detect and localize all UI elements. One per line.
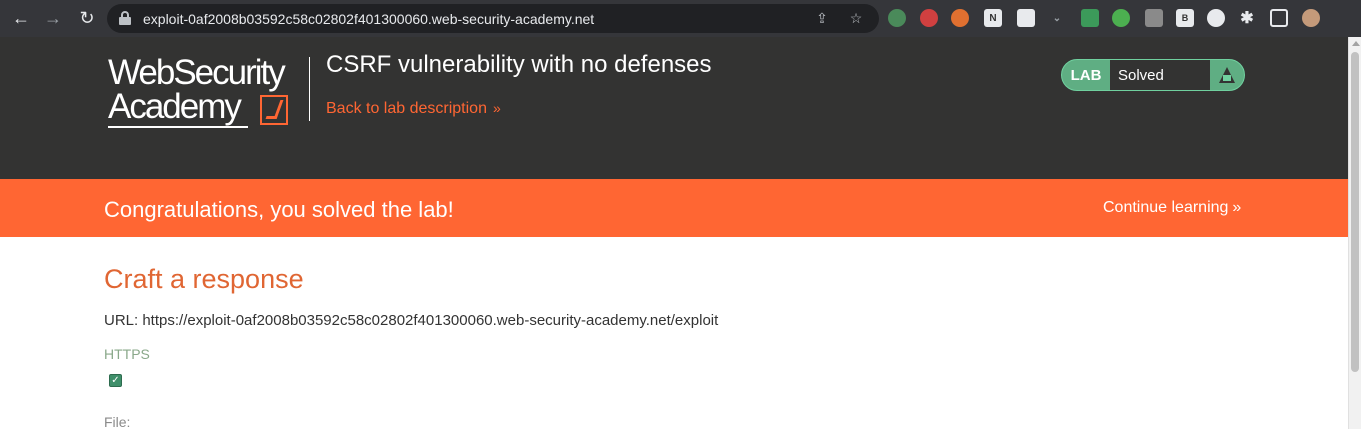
scrollbar-thumb[interactable] — [1351, 52, 1359, 372]
page-heading: Craft a response — [104, 264, 304, 294]
extension-grammar-icon[interactable] — [1112, 9, 1130, 27]
exploit-url: URL: https://exploit-0af2008b03592c58c02… — [104, 312, 719, 329]
extension-b-icon[interactable]: B — [1176, 9, 1194, 27]
extension-adblock-icon[interactable] — [1081, 9, 1099, 27]
extension-globe-icon[interactable] — [1207, 9, 1225, 27]
extension-cookie-icon[interactable] — [951, 9, 969, 27]
reload-icon[interactable]: ↻ — [72, 3, 102, 33]
address-url[interactable]: exploit-0af2008b03592c58c02802f401300060… — [143, 11, 594, 27]
lab-title: CSRF vulnerability with no defenses — [326, 51, 712, 78]
continue-learning-label: Continue learning — [1103, 199, 1229, 216]
back-link-label: Back to lab description — [326, 100, 487, 117]
extension-tool-icon[interactable] — [1145, 9, 1163, 27]
header-divider — [309, 57, 310, 121]
share-icon[interactable]: ⇪ — [813, 9, 831, 27]
profile-avatar[interactable] — [1302, 9, 1320, 27]
lab-header: WebSecurity Academy CSRF vulnerability w… — [0, 37, 1348, 179]
solved-banner: Congratulations, you solved the lab! Con… — [0, 179, 1348, 237]
extension-notion-icon[interactable]: N — [984, 9, 1002, 27]
back-to-lab-description-link[interactable]: Back to lab description » — [326, 100, 501, 118]
flask-icon — [1210, 60, 1244, 90]
side-panel-icon[interactable] — [1270, 9, 1288, 27]
logo-line2: Academy — [108, 87, 242, 126]
forward-arrow-icon[interactable]: → — [38, 3, 68, 33]
continue-learning-link[interactable]: Continue learning» — [1103, 199, 1241, 217]
extension-leaf-icon[interactable] — [888, 9, 906, 27]
extension-shield-icon[interactable] — [1017, 9, 1035, 27]
congratulations-message: Congratulations, you solved the lab! — [104, 197, 454, 222]
extension-block-icon[interactable] — [920, 9, 938, 27]
chevron-right-icon: » — [492, 100, 501, 116]
academy-lightning-icon — [260, 95, 288, 125]
address-bar[interactable]: exploit-0af2008b03592c58c02802f401300060… — [107, 4, 879, 33]
bookmark-star-icon[interactable]: ☆ — [847, 9, 865, 27]
https-label: HTTPS — [104, 346, 150, 362]
file-label: File: — [104, 414, 131, 430]
extensions-puzzle-icon[interactable]: ✱ — [1238, 9, 1256, 27]
back-arrow-icon[interactable]: ← — [6, 3, 36, 33]
page-scrollbar[interactable] — [1348, 37, 1361, 429]
scroll-up-arrow-icon[interactable] — [1352, 41, 1360, 46]
lock-icon[interactable] — [119, 11, 131, 25]
lab-status-badge: LAB Solved — [1061, 59, 1245, 91]
logo-line1: WebSecurity — [108, 53, 286, 92]
web-security-academy-logo[interactable]: WebSecurity Academy — [108, 53, 308, 128]
logo-underline — [108, 126, 248, 128]
lab-status-label: LAB — [1062, 60, 1110, 90]
chevron-right-icon: » — [1232, 199, 1242, 216]
https-checkbox[interactable]: ✓ — [109, 374, 122, 387]
exploit-server-form: Craft a response URL: https://exploit-0a… — [0, 237, 1348, 430]
lab-status-text: Solved — [1110, 60, 1210, 90]
browser-toolbar: ← → ↻ exploit-0af2008b03592c58c02802f401… — [0, 0, 1361, 37]
extension-chevron-icon[interactable]: ⌄ — [1048, 9, 1066, 27]
